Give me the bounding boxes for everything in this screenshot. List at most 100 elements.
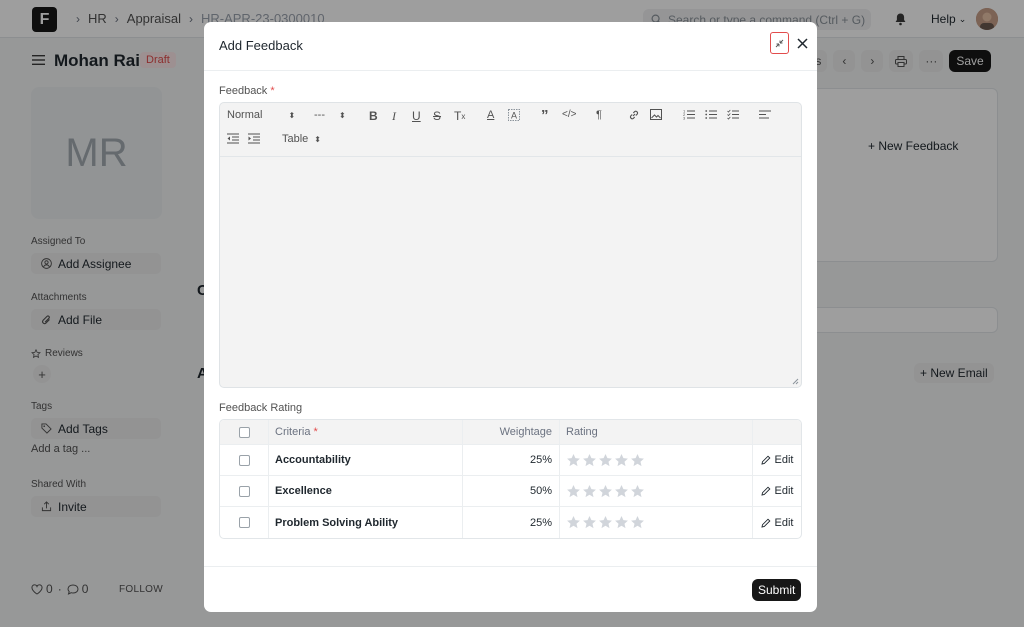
add-feedback-dialog: Add Feedback Feedback * Normal ⬍ --- ⬍ B… xyxy=(204,22,817,612)
criteria-cell[interactable]: Excellence xyxy=(269,476,463,506)
row-checkbox[interactable] xyxy=(238,485,250,497)
select-caret-icon: ⬍ xyxy=(314,134,321,144)
header-checkbox-cell xyxy=(220,420,269,444)
text-style-select[interactable]: Normal ⬍ xyxy=(227,109,295,121)
rating-star-icon[interactable] xyxy=(598,515,613,530)
feedback-field-label: Feedback * xyxy=(219,85,275,97)
highlight-color-icon[interactable]: A xyxy=(508,109,520,121)
minimize-button[interactable] xyxy=(770,32,789,54)
table-row[interactable]: Excellence 50% Edit xyxy=(220,476,801,507)
font-size-select[interactable]: --- ⬍ xyxy=(314,109,346,121)
rating-star-icon[interactable] xyxy=(614,484,629,499)
rating-star-icon[interactable] xyxy=(582,453,597,468)
image-icon[interactable] xyxy=(650,109,662,120)
rating-star-icon[interactable] xyxy=(630,453,645,468)
feedback-rating-table: Criteria * Weightage Rating Accountabili… xyxy=(219,419,802,539)
resize-handle-icon[interactable] xyxy=(792,378,799,385)
underline-icon[interactable]: U xyxy=(412,109,421,123)
rating-star-icon[interactable] xyxy=(630,515,645,530)
weightage-cell[interactable]: 25% xyxy=(463,507,560,538)
rating-star-icon[interactable] xyxy=(566,484,581,499)
rating-header: Rating xyxy=(560,420,753,444)
edit-label: Edit xyxy=(774,485,794,497)
table-row[interactable]: Problem Solving Ability 25% Edit xyxy=(220,507,801,538)
edit-row-button[interactable]: Edit xyxy=(753,476,801,506)
svg-text:3: 3 xyxy=(683,116,686,121)
bullets-icon xyxy=(705,110,717,119)
rating-stars[interactable] xyxy=(566,515,645,530)
rating-star-icon[interactable] xyxy=(598,453,613,468)
rating-star-icon[interactable] xyxy=(582,515,597,530)
editor-toolbar: Normal ⬍ --- ⬍ B I U S Tx A A ” </> ¶ 1 … xyxy=(220,103,801,157)
rating-cell xyxy=(560,507,753,538)
link-icon[interactable] xyxy=(628,109,640,121)
text-direction-icon[interactable]: ¶ xyxy=(596,109,602,121)
close-button[interactable] xyxy=(794,35,810,51)
rating-star-icon[interactable] xyxy=(614,453,629,468)
align-icon[interactable] xyxy=(759,109,771,120)
rating-star-icon[interactable] xyxy=(566,515,581,530)
clear-format-icon[interactable]: Tx xyxy=(454,109,465,123)
picture-icon xyxy=(650,109,662,120)
required-mark: * xyxy=(270,85,275,97)
text-style-value: Normal xyxy=(227,109,263,121)
italic-icon[interactable]: I xyxy=(392,109,396,124)
align-left-icon xyxy=(759,110,771,119)
weightage-cell[interactable]: 50% xyxy=(463,476,560,506)
criteria-header: Criteria * xyxy=(269,420,463,444)
feedback-text-area[interactable] xyxy=(220,157,801,387)
criteria-cell[interactable]: Accountability xyxy=(269,445,463,475)
edit-label: Edit xyxy=(774,454,794,466)
feedback-label-text: Feedback xyxy=(219,85,268,97)
indent-increase-icon xyxy=(248,133,260,144)
code-block-icon[interactable]: </> xyxy=(562,109,576,120)
rating-cell xyxy=(560,476,753,506)
feedback-rating-label: Feedback Rating xyxy=(219,402,303,414)
edit-label: Edit xyxy=(774,516,794,529)
pencil-icon xyxy=(760,486,770,496)
row-checkbox[interactable] xyxy=(238,517,250,528)
blockquote-icon[interactable]: ” xyxy=(541,107,549,124)
weightage-header: Weightage xyxy=(463,420,560,444)
edit-row-button[interactable]: Edit xyxy=(753,507,801,538)
bold-icon[interactable]: B xyxy=(369,109,378,123)
chain-icon xyxy=(629,110,639,120)
check-list-icon[interactable] xyxy=(727,109,739,120)
strikethrough-icon[interactable]: S xyxy=(433,109,441,123)
rating-cell xyxy=(560,445,753,475)
rating-stars[interactable] xyxy=(566,453,645,468)
feedback-editor: Normal ⬍ --- ⬍ B I U S Tx A A ” </> ¶ 1 … xyxy=(219,102,802,388)
table-label: Table xyxy=(282,133,309,145)
rating-star-icon[interactable] xyxy=(614,515,629,530)
ordered-list-icon[interactable]: 123 xyxy=(683,109,695,120)
rating-star-icon[interactable] xyxy=(582,484,597,499)
svg-text:A: A xyxy=(511,111,517,121)
submit-button[interactable]: Submit xyxy=(752,579,802,601)
table-select[interactable]: Table ⬍ xyxy=(282,133,321,145)
weightage-cell[interactable]: 25% xyxy=(463,445,560,475)
font-color-icon[interactable]: A xyxy=(487,109,494,121)
outdent-icon[interactable] xyxy=(227,133,239,144)
select-caret-icon: ⬍ xyxy=(339,110,346,120)
criteria-header-label: Criteria xyxy=(275,426,311,438)
select-caret-icon: ⬍ xyxy=(288,110,296,120)
indent-icon[interactable] xyxy=(248,133,260,144)
pencil-icon xyxy=(760,518,770,528)
edit-header xyxy=(753,420,801,444)
criteria-cell[interactable]: Problem Solving Ability xyxy=(269,507,463,538)
row-checkbox-cell xyxy=(220,507,269,538)
table-row[interactable]: Accountability 25% Edit xyxy=(220,445,801,476)
dialog-header: Add Feedback xyxy=(204,22,817,71)
row-checkbox-cell xyxy=(220,476,269,506)
rating-star-icon[interactable] xyxy=(566,453,581,468)
row-checkbox[interactable] xyxy=(238,454,250,466)
checklist-icon xyxy=(727,109,739,120)
rating-star-icon[interactable] xyxy=(630,484,645,499)
row-checkbox-cell xyxy=(220,445,269,475)
close-icon xyxy=(796,37,808,49)
edit-row-button[interactable]: Edit xyxy=(753,445,801,475)
rating-star-icon[interactable] xyxy=(598,484,613,499)
bullet-list-icon[interactable] xyxy=(705,109,717,120)
rating-stars[interactable] xyxy=(566,484,645,499)
select-all-checkbox[interactable] xyxy=(238,426,250,438)
